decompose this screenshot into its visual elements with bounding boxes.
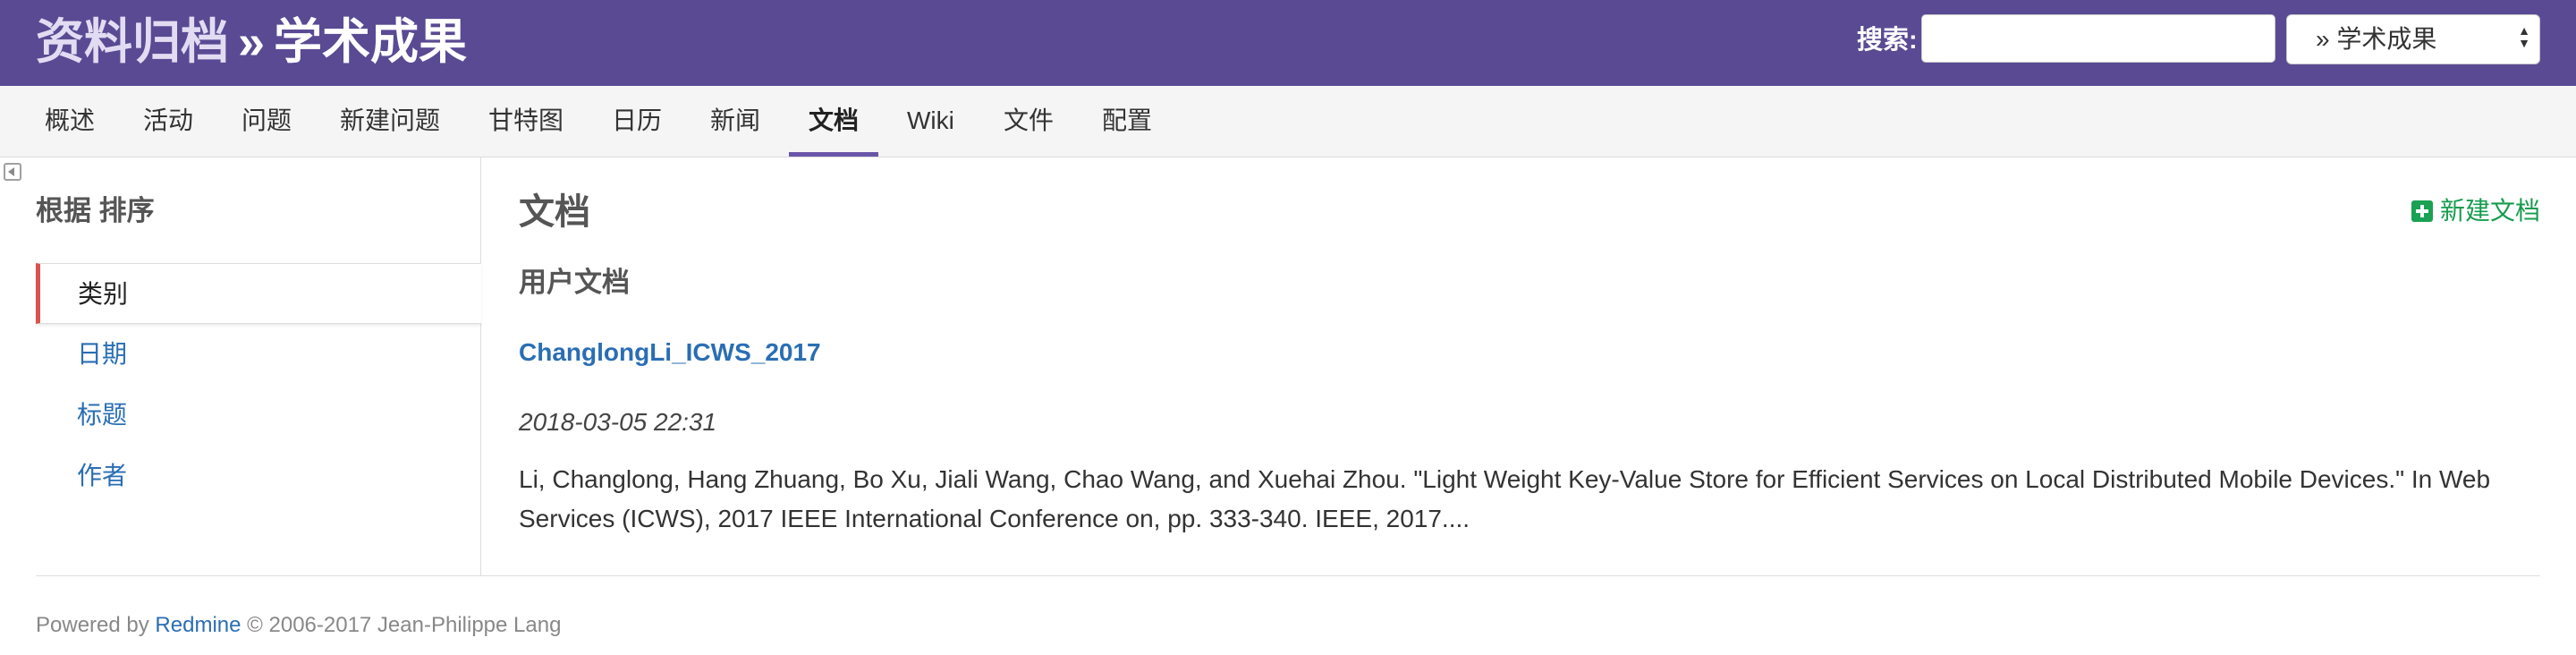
search-input[interactable]	[1921, 14, 2275, 63]
page-title: 文档	[519, 192, 590, 232]
tab-wiki[interactable]: Wiki	[907, 86, 954, 157]
sidebar-title: 根据 排序	[36, 195, 155, 226]
new-document-label: 新建文档	[2439, 197, 2540, 225]
sort-options-list: 类别 日期 标题 作者	[36, 263, 481, 506]
collapse-sidebar-icon[interactable]	[4, 163, 21, 181]
redmine-link[interactable]: Redmine	[155, 613, 241, 637]
current-project-title: 学术成果	[274, 15, 468, 69]
tab-new-issue[interactable]: 新建问题	[340, 86, 440, 157]
document-date: 2018-03-05 22:31	[519, 408, 717, 436]
sort-by-author[interactable]: 作者	[36, 446, 481, 506]
tab-files[interactable]: 文件	[1004, 86, 1054, 157]
sort-by-title[interactable]: 标题	[36, 385, 481, 446]
tab-documents[interactable]: 文档	[788, 86, 879, 157]
new-document-button[interactable]: 新建文档	[2411, 195, 2540, 227]
main-content: 文档 新建文档 用户文档 ChanglongLi_ICWS_2017 2018-…	[519, 157, 2540, 575]
footer-copyright: © 2006-2017 Jean-Philippe Lang	[247, 613, 562, 637]
sort-by-date[interactable]: 日期	[36, 324, 481, 385]
project-breadcrumb: 资料归档» 学术成果	[36, 13, 467, 72]
tab-settings[interactable]: 配置	[1102, 86, 1152, 157]
footer: Powered by Redmine © 2006-2017 Jean-Phil…	[36, 611, 561, 640]
category-heading: 用户文档	[519, 267, 630, 298]
top-header: 资料归档» 学术成果 搜索: » 学术成果 ▲ ▼	[0, 0, 2576, 86]
plus-square-icon	[2411, 200, 2433, 222]
tab-issues[interactable]: 问题	[242, 86, 292, 157]
select-arrows-icon: ▲ ▼	[2518, 23, 2530, 50]
parent-project-link[interactable]: 资料归档	[36, 15, 229, 69]
project-select-value: » 学术成果	[2316, 25, 2437, 53]
tab-calendar[interactable]: 日历	[612, 86, 662, 157]
footer-divider	[36, 575, 2540, 576]
tab-news[interactable]: 新闻	[710, 86, 760, 157]
search-label: 搜索:	[1857, 26, 1918, 55]
tab-overview[interactable]: 概述	[45, 86, 95, 157]
document-title-link[interactable]: ChanglongLi_ICWS_2017	[519, 336, 821, 369]
footer-powered-by: Powered by	[36, 613, 149, 637]
breadcrumb-separator: »	[238, 15, 266, 69]
tab-gantt[interactable]: 甘特图	[488, 86, 564, 157]
main-menu: 概述 活动 问题 新建问题 甘特图 日历 新闻 文档 Wiki 文件 配置	[0, 86, 2576, 157]
project-jump-select[interactable]: » 学术成果 ▲ ▼	[2286, 14, 2540, 64]
sort-by-category[interactable]: 类别	[36, 263, 481, 324]
document-description: Li, Changlong, Hang Zhuang, Bo Xu, Jiali…	[519, 465, 2491, 532]
tab-activity[interactable]: 活动	[143, 86, 193, 157]
sidebar: 根据 排序 类别 日期 标题 作者	[0, 157, 481, 575]
